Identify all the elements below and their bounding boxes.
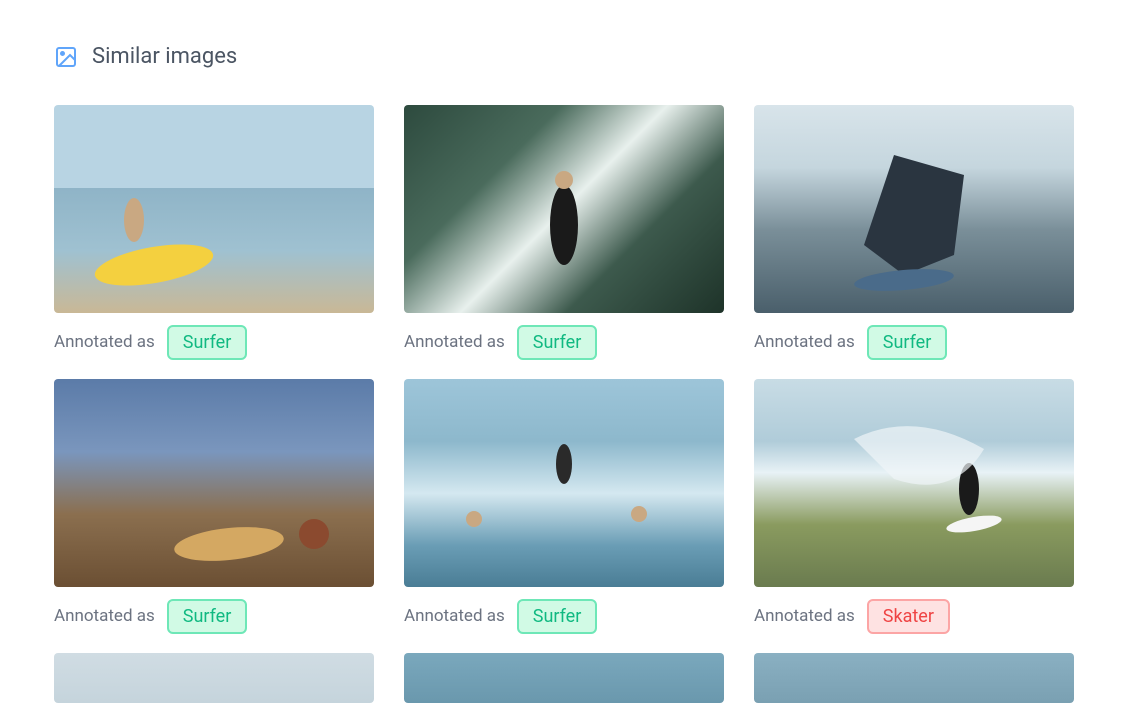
image-thumbnail[interactable] <box>404 653 724 703</box>
panel-header: Similar images <box>54 44 1074 69</box>
image-card[interactable] <box>54 653 374 703</box>
image-card[interactable]: Annotated as Surfer <box>54 105 374 361</box>
image-thumbnail[interactable] <box>404 379 724 587</box>
similar-images-panel: Similar images Annotated as Surfer <box>0 0 1128 703</box>
image-card[interactable]: Annotated as Surfer <box>404 379 724 635</box>
annotation-row: Annotated as Surfer <box>54 323 374 361</box>
annotation-row: Annotated as Surfer <box>754 323 1074 361</box>
annotation-row: Annotated as Surfer <box>404 323 724 361</box>
annotation-label: Annotated as <box>404 332 505 352</box>
image-card[interactable] <box>404 653 724 703</box>
annotation-badge: Skater <box>867 599 950 634</box>
annotation-badge: Surfer <box>517 599 598 634</box>
image-icon <box>54 45 78 69</box>
annotation-label: Annotated as <box>54 606 155 626</box>
annotation-row: Annotated as Surfer <box>404 597 724 635</box>
image-thumbnail[interactable] <box>754 653 1074 703</box>
image-card[interactable]: Annotated as Surfer <box>404 105 724 361</box>
annotation-badge: Surfer <box>167 325 248 360</box>
image-thumbnail[interactable] <box>754 105 1074 313</box>
annotation-row: Annotated as Skater <box>754 597 1074 635</box>
image-card[interactable] <box>754 653 1074 703</box>
image-thumbnail[interactable] <box>54 379 374 587</box>
image-grid: Annotated as Surfer Annotated as Surfer <box>54 105 1074 703</box>
annotation-badge: Surfer <box>867 325 948 360</box>
image-thumbnail[interactable] <box>404 105 724 313</box>
annotation-badge: Surfer <box>167 599 248 634</box>
annotation-row: Annotated as Surfer <box>54 597 374 635</box>
annotation-label: Annotated as <box>754 606 855 626</box>
panel-title: Similar images <box>92 44 237 69</box>
image-card[interactable]: Annotated as Surfer <box>754 105 1074 361</box>
annotation-label: Annotated as <box>754 332 855 352</box>
image-thumbnail[interactable] <box>54 105 374 313</box>
image-card[interactable]: Annotated as Surfer <box>54 379 374 635</box>
annotation-label: Annotated as <box>54 332 155 352</box>
annotation-label: Annotated as <box>404 606 505 626</box>
image-thumbnail[interactable] <box>754 379 1074 587</box>
image-thumbnail[interactable] <box>54 653 374 703</box>
annotation-badge: Surfer <box>517 325 598 360</box>
image-card[interactable]: Annotated as Skater <box>754 379 1074 635</box>
